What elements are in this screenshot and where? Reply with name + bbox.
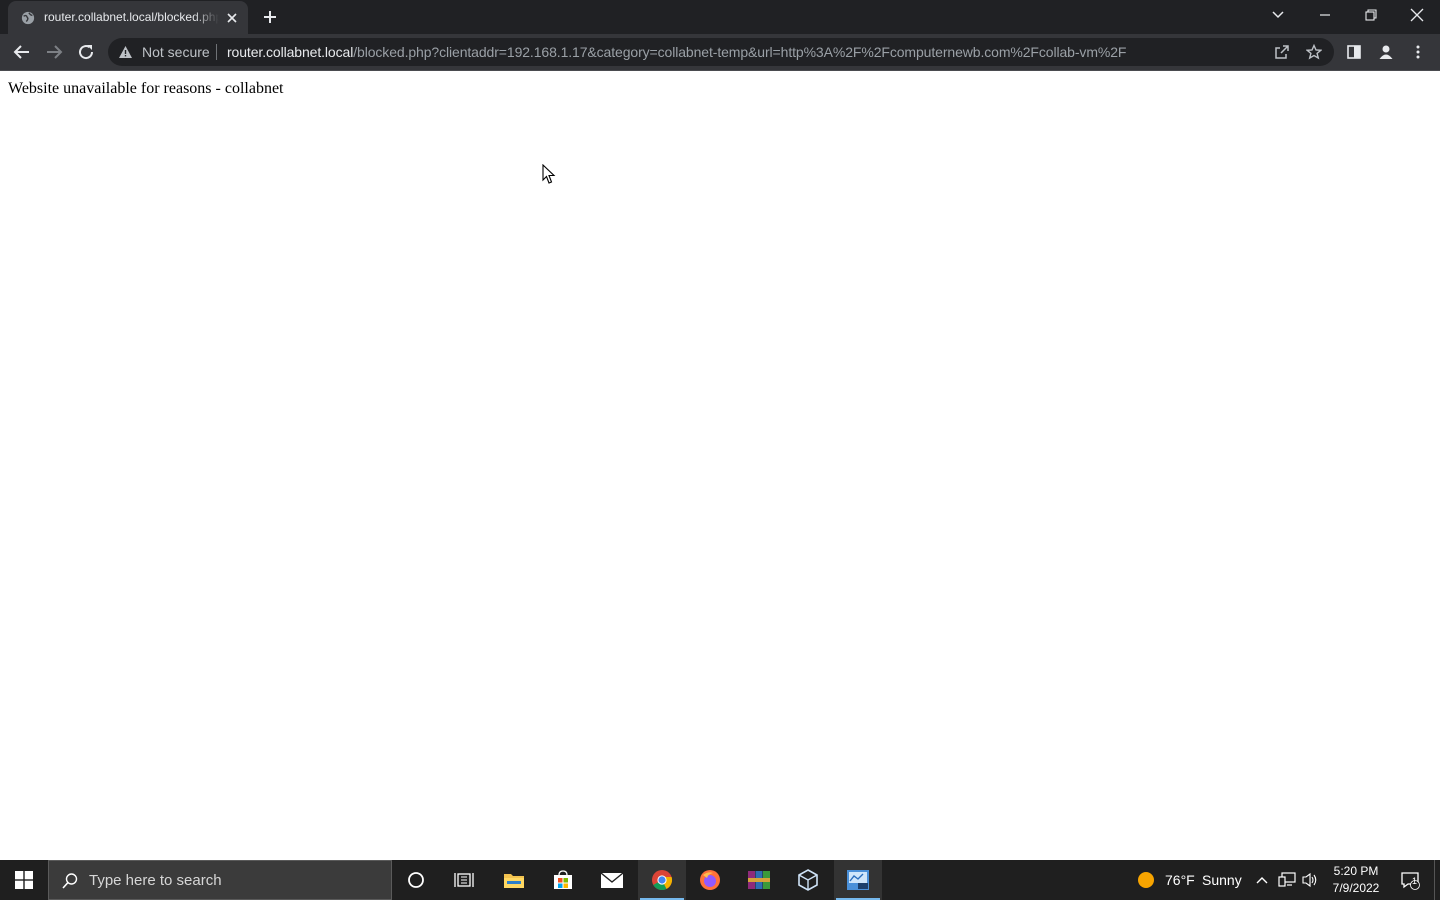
url-host: router.collabnet.local	[227, 44, 354, 60]
tab-title: router.collabnet.local/blocked.php?clien…	[44, 10, 219, 24]
close-icon[interactable]	[224, 10, 240, 26]
show-desktop-button[interactable]	[1434, 860, 1440, 900]
kebab-menu-icon	[1416, 45, 1420, 59]
cortana-icon	[408, 872, 424, 888]
taskbar-virtualbox[interactable]	[784, 860, 832, 900]
side-panel-button[interactable]	[1342, 40, 1366, 64]
winrar-icon	[748, 871, 770, 889]
omnibox-divider	[216, 44, 217, 60]
weather-description[interactable]: Sunny	[1202, 872, 1242, 888]
speaker-icon	[1302, 872, 1317, 888]
taskbar-firefox[interactable]	[686, 860, 734, 900]
cortana-button[interactable]	[392, 860, 440, 900]
minimize-button[interactable]	[1302, 0, 1348, 30]
forward-button[interactable]	[40, 38, 68, 66]
taskbar-store[interactable]	[539, 860, 587, 900]
sun-icon[interactable]	[1136, 870, 1156, 890]
search-placeholder: Type here to search	[89, 872, 222, 889]
profile-icon	[1379, 45, 1393, 59]
url-text[interactable]: router.collabnet.local/blocked.php?clien…	[227, 44, 1126, 60]
action-center-button[interactable]: 1	[1398, 870, 1422, 890]
browser-titlebar: router.collabnet.local/blocked.php?clien…	[0, 0, 1440, 34]
file-explorer-icon	[504, 874, 524, 888]
reload-button[interactable]	[72, 38, 100, 66]
bookmark-button[interactable]	[1302, 40, 1326, 64]
taskbar-file-explorer[interactable]	[490, 860, 538, 900]
plus-icon[interactable]	[258, 5, 282, 29]
forward-icon	[47, 45, 63, 59]
store-icon	[554, 870, 572, 889]
volume-button[interactable]	[1300, 870, 1320, 890]
tab-search-button[interactable]	[1266, 4, 1290, 26]
search-icon	[62, 873, 78, 889]
reload-icon	[79, 45, 94, 60]
browser-tab[interactable]: router.collabnet.local/blocked.php?clien…	[8, 1, 248, 34]
taskbar-search-box[interactable]: Type here to search	[48, 860, 392, 900]
close-icon	[1410, 8, 1424, 22]
virtualbox-icon	[798, 869, 818, 891]
share-icon	[1275, 45, 1289, 59]
show-hidden-icons-button[interactable]	[1252, 870, 1272, 890]
weather-temperature[interactable]: 76°F	[1165, 872, 1195, 888]
taskbar-winrar[interactable]	[735, 860, 783, 900]
chevron-up-icon	[1256, 877, 1268, 884]
page-content: Website unavailable for reasons - collab…	[0, 72, 1440, 860]
clock-time: 5:20 PM	[1333, 864, 1379, 878]
star-icon	[1306, 44, 1322, 60]
chevron-down-icon	[1272, 11, 1284, 19]
network-button[interactable]	[1277, 870, 1297, 890]
close-window-button[interactable]	[1394, 0, 1440, 30]
network-icon	[1278, 872, 1296, 887]
taskbar-chrome[interactable]	[638, 860, 686, 900]
clock-date: 7/9/2022	[1332, 881, 1380, 895]
back-icon	[13, 45, 29, 59]
globe-icon	[21, 11, 35, 25]
share-button[interactable]	[1270, 40, 1294, 64]
security-status[interactable]: Not secure	[142, 44, 210, 60]
blocked-message: Website unavailable for reasons - collab…	[8, 80, 284, 97]
task-view-icon	[454, 873, 474, 887]
task-view-button[interactable]	[440, 860, 488, 900]
address-bar[interactable]: Not secure router.collabnet.local/blocke…	[108, 38, 1334, 66]
taskbar-mail[interactable]	[588, 860, 636, 900]
restore-icon	[1365, 9, 1377, 21]
warning-icon[interactable]	[118, 45, 133, 59]
taskbar-control-panel[interactable]	[834, 860, 882, 900]
firefox-icon	[700, 870, 720, 890]
mouse-cursor-icon	[542, 164, 556, 184]
mail-icon	[600, 872, 624, 888]
back-button[interactable]	[8, 38, 36, 66]
side-panel-icon	[1347, 45, 1361, 59]
chrome-icon	[652, 870, 673, 890]
restore-button[interactable]	[1348, 0, 1394, 30]
url-path: /blocked.php?clientaddr=192.168.1.17&cat…	[353, 44, 1127, 60]
windows-logo-icon	[15, 871, 33, 889]
browser-toolbar: Not secure router.collabnet.local/blocke…	[0, 34, 1440, 71]
notification-count: 1	[1412, 876, 1418, 886]
control-panel-icon	[847, 870, 869, 890]
minimize-icon	[1320, 14, 1330, 16]
windows-taskbar: Type here to search 76°F Sunny 5:20 PM 7…	[0, 860, 1440, 900]
start-button[interactable]	[0, 860, 48, 900]
browser-menu-button[interactable]	[1406, 40, 1430, 64]
taskbar-clock[interactable]: 5:20 PM 7/9/2022	[1322, 863, 1390, 897]
profile-button[interactable]	[1374, 40, 1398, 64]
